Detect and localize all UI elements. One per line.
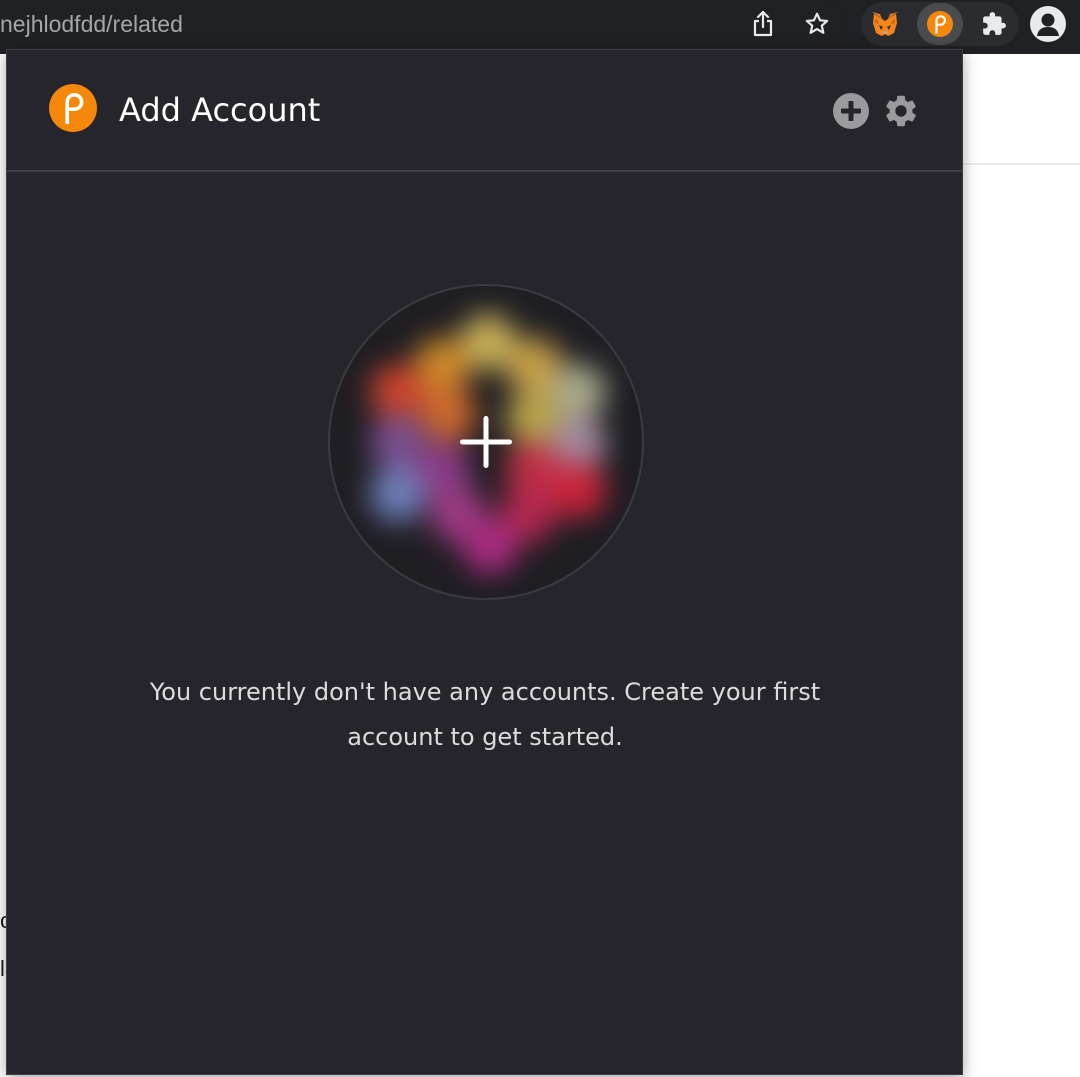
polkadot-extension-popup: Add Account You currently don't have any… — [6, 49, 963, 1075]
add-account-icon[interactable] — [832, 92, 870, 130]
popup-header: Add Account — [7, 50, 962, 172]
star-icon[interactable] — [801, 8, 833, 40]
puzzle-icon[interactable] — [978, 8, 1010, 40]
empty-accounts-message: You currently don't have any accounts. C… — [149, 678, 821, 751]
metamask-fox-icon[interactable] — [868, 7, 902, 41]
gear-icon[interactable] — [882, 92, 920, 130]
profile-avatar-icon[interactable] — [1030, 6, 1066, 42]
create-account-button[interactable] — [328, 284, 644, 600]
polkadot-logo-icon — [49, 84, 97, 132]
plus-icon — [458, 414, 514, 470]
page-divider — [962, 163, 1080, 165]
polkadot-extension-icon[interactable] — [923, 7, 957, 41]
browser-toolbar: nejhlodfdd/related — [0, 0, 1080, 54]
share-icon[interactable] — [748, 8, 778, 40]
page-title: Add Account — [119, 91, 321, 129]
address-bar-url[interactable]: nejhlodfdd/related — [0, 9, 183, 39]
